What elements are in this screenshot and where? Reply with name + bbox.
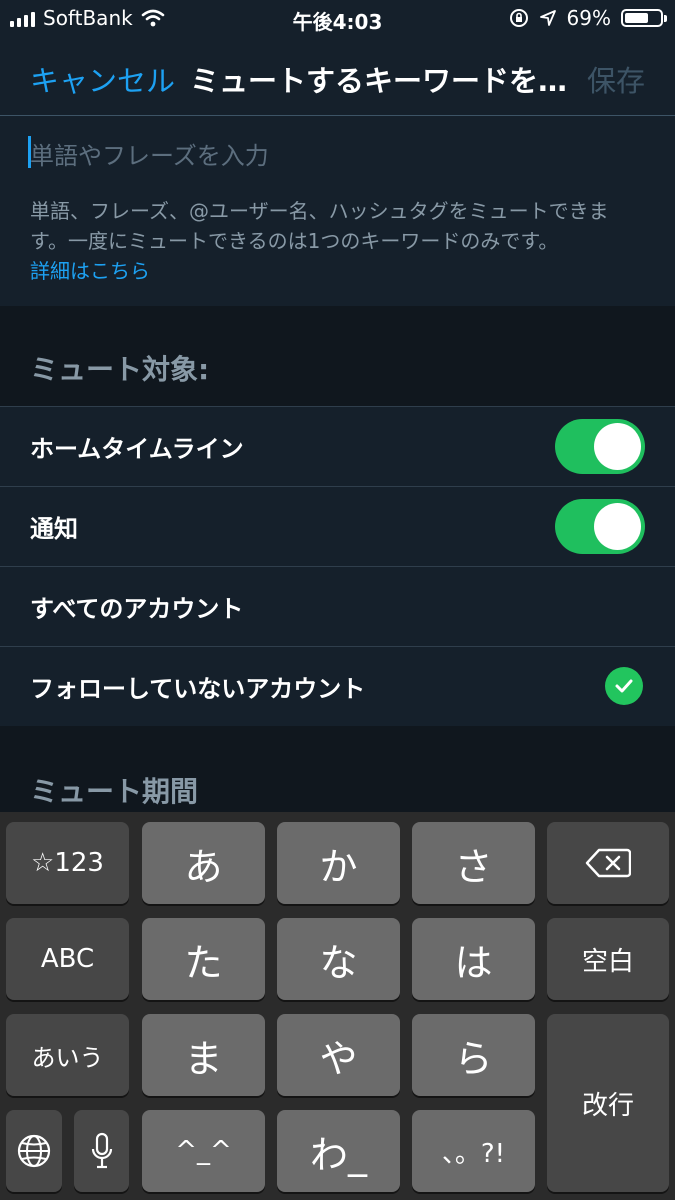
keyword-input[interactable]: 単語やフレーズを入力 (30, 136, 640, 171)
toggle-knob (594, 503, 641, 550)
key-label: や (319, 1036, 358, 1081)
key-label: か (319, 844, 358, 889)
home-timeline-row[interactable]: ホームタイムライン (0, 407, 675, 487)
home-timeline-toggle[interactable] (555, 419, 645, 474)
key-emoticon[interactable]: ^_^ (142, 1110, 265, 1192)
key-punctuation[interactable]: 、。?! (412, 1110, 535, 1192)
notifications-toggle[interactable] (555, 499, 645, 554)
key-label: ☆123 (31, 848, 104, 878)
key-ra[interactable]: ら (412, 1014, 535, 1096)
microphone-icon (91, 1132, 112, 1169)
key-wa[interactable]: わ_ (277, 1110, 400, 1192)
keyboard: ☆123 あ か さ ABC た な は 空白 あいう ま や ら 改行 ^_^ (0, 812, 675, 1200)
save-button[interactable]: 保存 (587, 58, 645, 100)
key-label: な (319, 940, 358, 985)
notifications-label: 通知 (30, 515, 78, 543)
help-text: 単語、フレーズ、@ユーザー名、ハッシュタグをミュートできます。一度にミュートでき… (30, 199, 609, 253)
globe-key[interactable] (6, 1110, 62, 1192)
key-kana-mode[interactable]: あいう (6, 1014, 129, 1096)
rotation-lock-icon (509, 9, 528, 27)
key-ka[interactable]: か (277, 822, 400, 904)
key-ta[interactable]: た (142, 918, 265, 1000)
location-arrow-icon (539, 10, 556, 26)
mute-duration-heading: ミュート期間 (30, 775, 199, 808)
key-label: 改行 (581, 1090, 634, 1121)
non-followed-accounts-label: フォローしていないアカウント (30, 675, 366, 703)
home-timeline-label: ホームタイムライン (30, 435, 244, 463)
key-label: た (184, 940, 223, 985)
key-label: ^_^ (175, 1136, 232, 1166)
toggle-knob (594, 423, 641, 470)
battery-percent: 69% (566, 6, 611, 30)
status-bar: SoftBank 午後4:03 69% (0, 0, 675, 38)
navigation-bar: キャンセル ミュートするキーワードを… 保存 (0, 38, 675, 116)
battery-icon (621, 9, 667, 27)
space-key[interactable]: 空白 (547, 918, 669, 1000)
key-abc[interactable]: ABC (6, 918, 129, 1000)
key-label: 、。?! (441, 1138, 506, 1169)
key-label: ま (184, 1036, 223, 1081)
globe-icon (17, 1134, 51, 1168)
key-label: は (454, 940, 493, 985)
notifications-row[interactable]: 通知 (0, 487, 675, 567)
learn-more-link[interactable]: 詳細はこちら (30, 259, 150, 283)
key-ma[interactable]: ま (142, 1014, 265, 1096)
key-label: ABC (40, 944, 95, 974)
keyword-input-section: 単語やフレーズを入力 単語、フレーズ、@ユーザー名、ハッシュタグをミュートできま… (0, 116, 675, 306)
key-ya[interactable]: や (277, 1014, 400, 1096)
page-title: ミュートするキーワードを… (190, 64, 568, 98)
key-label: ら (454, 1036, 493, 1081)
key-na[interactable]: な (277, 918, 400, 1000)
key-label: わ_ (309, 1132, 367, 1177)
microphone-key[interactable] (74, 1110, 129, 1192)
status-right: 69% (509, 6, 667, 30)
all-accounts-label: すべてのアカウント (30, 595, 244, 623)
mute-target-list: ホームタイムライン 通知 すべてのアカウント フォローしていないアカウント (0, 406, 675, 727)
non-followed-accounts-row[interactable]: フォローしていないアカウント (0, 647, 675, 727)
key-a[interactable]: あ (142, 822, 265, 904)
cancel-button[interactable]: キャンセル (30, 58, 175, 100)
key-label: さ (454, 844, 493, 889)
key-ha[interactable]: は (412, 918, 535, 1000)
delete-key[interactable] (547, 822, 669, 904)
checkmark-icon (605, 667, 643, 705)
key-label: あ (184, 844, 223, 889)
key-numbers[interactable]: ☆123 (6, 822, 129, 904)
mute-target-heading: ミュート対象: (30, 353, 210, 386)
key-label: あいう (31, 1043, 104, 1072)
delete-icon (585, 848, 631, 878)
return-key[interactable]: 改行 (547, 1014, 669, 1192)
key-sa[interactable]: さ (412, 822, 535, 904)
key-label: 空白 (581, 946, 634, 977)
all-accounts-row[interactable]: すべてのアカウント (0, 567, 675, 647)
help-text-block: 単語、フレーズ、@ユーザー名、ハッシュタグをミュートできます。一度にミュートでき… (30, 196, 645, 286)
